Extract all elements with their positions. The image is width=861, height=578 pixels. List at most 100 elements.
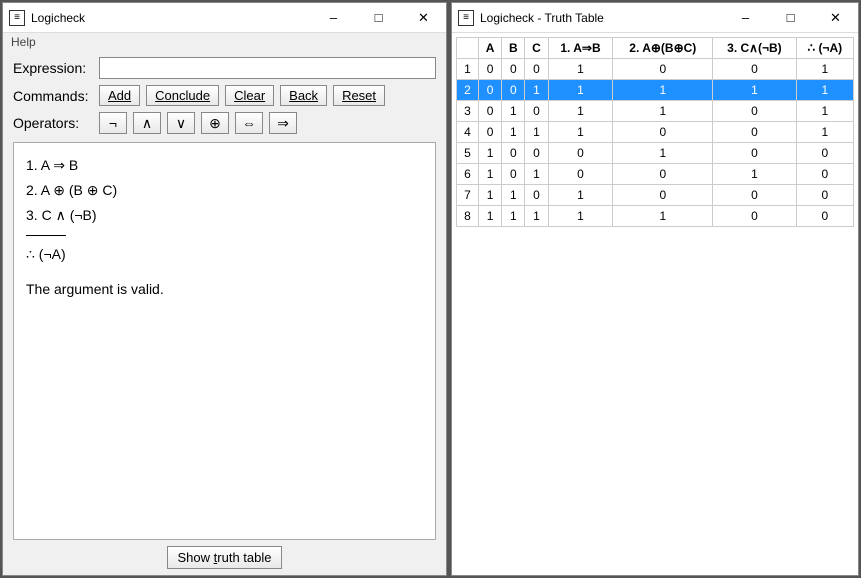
table-header-cell: ∴ (¬A): [796, 38, 853, 59]
table-row[interactable]: 71101000: [457, 185, 854, 206]
commands-label: Commands:: [13, 88, 93, 104]
table-cell: 0: [548, 143, 613, 164]
window-title: Logicheck: [31, 11, 311, 25]
table-cell: 1: [548, 101, 613, 122]
iff-operator-button[interactable]: ⇔: [235, 112, 263, 134]
table-cell: 1: [525, 80, 548, 101]
table-row[interactable]: 81111100: [457, 206, 854, 227]
table-row[interactable]: 30101101: [457, 101, 854, 122]
table-row[interactable]: 51000100: [457, 143, 854, 164]
table-cell: 0: [713, 122, 796, 143]
table-cell: 0: [502, 80, 525, 101]
and-operator-button[interactable]: ∧: [133, 112, 161, 134]
minimize-button[interactable]: –: [723, 3, 768, 32]
table-cell: 0: [796, 164, 853, 185]
table-cell: 1: [796, 80, 853, 101]
table-cell: 0: [525, 59, 548, 80]
back-button[interactable]: Back: [280, 85, 327, 106]
xor-operator-button[interactable]: ⊕: [201, 112, 229, 134]
table-cell: 0: [502, 164, 525, 185]
operators-label: Operators:: [13, 115, 93, 131]
window-title: Logicheck - Truth Table: [480, 11, 723, 25]
truth-table-container: ABC1. A⇒B2. A⊕(B⊕C)3. C∧(¬B)∴ (¬A) 10001…: [452, 33, 858, 575]
table-cell: 1: [796, 101, 853, 122]
table-cell: 0: [613, 164, 713, 185]
table-cell: 0: [796, 143, 853, 164]
table-cell: 0: [613, 59, 713, 80]
table-cell: 1: [525, 122, 548, 143]
premise-line: 2. A ⊕ (B ⊕ C): [26, 178, 423, 203]
table-header-cell: [457, 38, 479, 59]
close-button[interactable]: ✕: [401, 3, 446, 32]
table-cell: 1: [613, 206, 713, 227]
conclude-button[interactable]: Conclude: [146, 85, 219, 106]
table-cell: 0: [796, 206, 853, 227]
table-header-cell: A: [479, 38, 502, 59]
output-box: 1. A ⇒ B 2. A ⊕ (B ⊕ C) 3. C ∧ (¬B) ∴ (¬…: [13, 142, 436, 540]
titlebar: ≡ Logicheck - Truth Table – □ ✕: [452, 3, 858, 33]
table-cell: 0: [613, 185, 713, 206]
table-cell: 1: [479, 206, 502, 227]
show-truth-table-button[interactable]: Show truth table: [167, 546, 283, 569]
expression-label: Expression:: [13, 60, 93, 76]
table-cell: 0: [479, 59, 502, 80]
table-cell: 1: [525, 164, 548, 185]
table-cell: 0: [713, 101, 796, 122]
table-cell: 1: [479, 164, 502, 185]
table-cell: 0: [525, 143, 548, 164]
table-header-cell: 3. C∧(¬B): [713, 38, 796, 59]
table-cell: 1: [502, 206, 525, 227]
row-number-cell: 4: [457, 122, 479, 143]
table-cell: 0: [502, 143, 525, 164]
table-cell: 1: [713, 80, 796, 101]
or-operator-button[interactable]: ∨: [167, 112, 195, 134]
table-row[interactable]: 61010010: [457, 164, 854, 185]
table-row[interactable]: 40111001: [457, 122, 854, 143]
table-cell: 1: [548, 122, 613, 143]
table-cell: 0: [713, 143, 796, 164]
table-cell: 1: [548, 206, 613, 227]
not-operator-button[interactable]: ¬: [99, 112, 127, 134]
close-button[interactable]: ✕: [813, 3, 858, 32]
clear-button[interactable]: Clear: [225, 85, 274, 106]
truth-table-window: ≡ Logicheck - Truth Table – □ ✕ ABC1. A⇒…: [451, 2, 859, 576]
table-cell: 0: [613, 122, 713, 143]
table-cell: 1: [502, 122, 525, 143]
table-cell: 0: [796, 185, 853, 206]
table-cell: 0: [479, 80, 502, 101]
add-button[interactable]: Add: [99, 85, 140, 106]
table-row[interactable]: 10001001: [457, 59, 854, 80]
table-cell: 0: [525, 101, 548, 122]
separator-line: [26, 235, 66, 236]
reset-button[interactable]: Reset: [333, 85, 385, 106]
table-cell: 1: [548, 59, 613, 80]
row-number-cell: 7: [457, 185, 479, 206]
maximize-button[interactable]: □: [356, 3, 401, 32]
table-cell: 1: [548, 185, 613, 206]
row-number-cell: 6: [457, 164, 479, 185]
table-cell: 1: [479, 143, 502, 164]
menu-help[interactable]: Help: [11, 35, 36, 49]
table-cell: 1: [548, 80, 613, 101]
table-cell: 1: [613, 143, 713, 164]
imp-operator-button[interactable]: ⇒: [269, 112, 297, 134]
maximize-button[interactable]: □: [768, 3, 813, 32]
titlebar: ≡ Logicheck – □ ✕: [3, 3, 446, 33]
row-number-cell: 8: [457, 206, 479, 227]
table-cell: 1: [479, 185, 502, 206]
expression-input[interactable]: [99, 57, 436, 79]
row-number-cell: 1: [457, 59, 479, 80]
table-cell: 0: [525, 185, 548, 206]
minimize-button[interactable]: –: [311, 3, 356, 32]
table-cell: 0: [713, 206, 796, 227]
table-header-cell: C: [525, 38, 548, 59]
table-header-cell: 1. A⇒B: [548, 38, 613, 59]
row-number-cell: 5: [457, 143, 479, 164]
table-cell: 1: [613, 101, 713, 122]
table-row[interactable]: 20011111: [457, 80, 854, 101]
table-cell: 1: [502, 101, 525, 122]
show-btn-prefix: Show: [178, 550, 214, 565]
table-cell: 0: [548, 164, 613, 185]
table-cell: 1: [713, 164, 796, 185]
table-header-cell: 2. A⊕(B⊕C): [613, 38, 713, 59]
